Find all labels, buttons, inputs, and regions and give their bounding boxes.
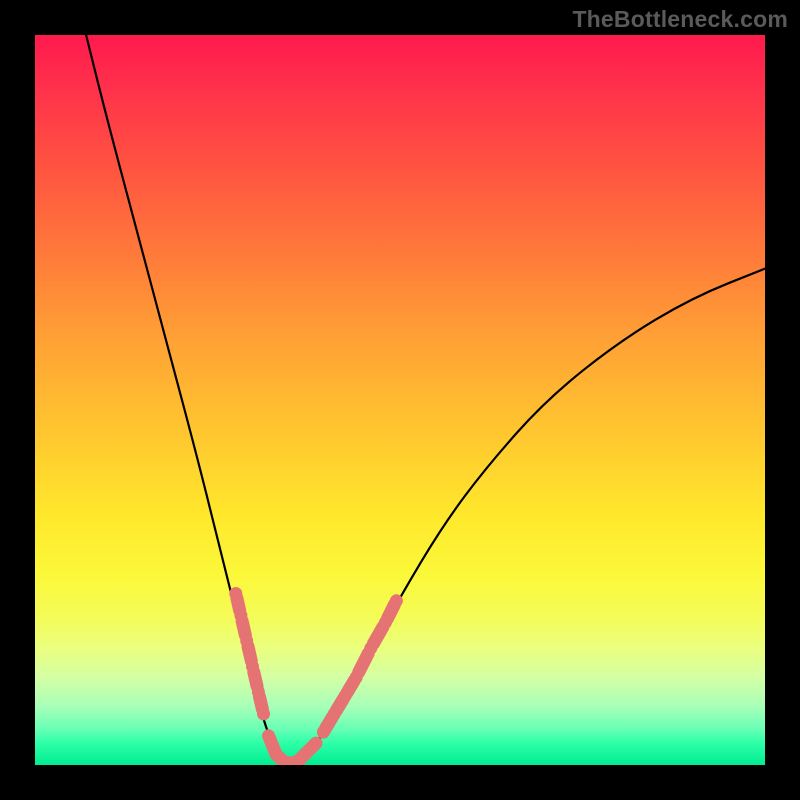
marker-layer (229, 587, 403, 764)
marker-right-dot (339, 689, 352, 702)
marker-right-dot (379, 616, 392, 629)
marker-left-dot (257, 707, 270, 720)
marker-right-dot (350, 671, 363, 684)
chart-overlay (35, 35, 765, 765)
marker-left-segment (260, 697, 263, 709)
marker-left-segment (242, 621, 245, 635)
watermark-text: TheBottleneck.com (572, 6, 788, 33)
marker-bottom-run (269, 736, 316, 764)
marker-left-dot (252, 686, 265, 699)
marker-left-dot (229, 587, 242, 600)
marker-right-dot (364, 642, 377, 655)
marker-right-dot (317, 726, 330, 739)
marker-left-segment (237, 598, 240, 610)
bottleneck-curve (86, 35, 765, 763)
marker-right-segment (359, 654, 368, 673)
marker-right-segment (387, 605, 394, 619)
marker-right-dot (328, 707, 341, 720)
marker-left-segment (248, 647, 251, 661)
marker-left-dot (240, 634, 253, 647)
marker-left-dot (246, 660, 259, 673)
marker-right-dot (390, 594, 403, 607)
marker-left-dot (234, 609, 247, 622)
marker-left-segment (254, 672, 257, 686)
plot-area (35, 35, 765, 765)
chart-frame: TheBottleneck.com (0, 0, 800, 800)
marker-right-segment (373, 627, 382, 643)
